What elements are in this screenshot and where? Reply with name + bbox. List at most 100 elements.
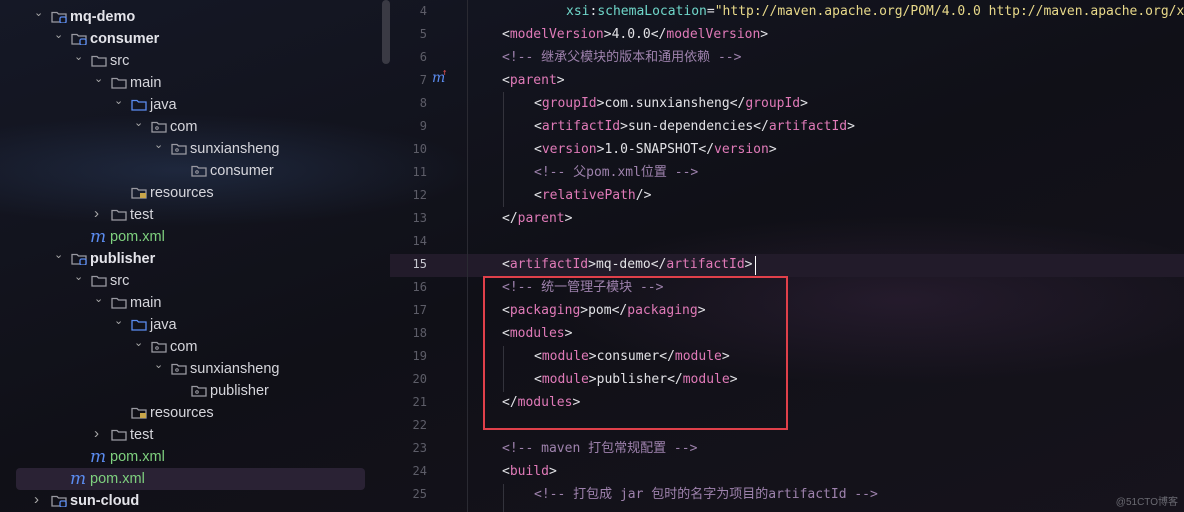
tree-item-label: com <box>170 119 198 135</box>
xml-bracket: > <box>603 27 612 42</box>
tree-item[interactable]: › test <box>0 204 385 226</box>
tree-item-label: publisher <box>90 251 156 267</box>
line-number: 7 <box>419 73 427 87</box>
xml-comment: <!-- 继承父模块的版本和通用依赖 --> <box>502 50 742 65</box>
tree-item[interactable]: ⌄ mq-demo <box>0 6 385 28</box>
tree-item[interactable]: › test <box>0 424 385 446</box>
xml-tag-name: parent <box>517 211 565 226</box>
tree-item[interactable]: ⌄ sunxiansheng <box>0 138 385 160</box>
tree-item[interactable]: › sun-cloud <box>0 490 385 512</box>
tree-item[interactable]: m pom.xml <box>16 468 365 490</box>
package-icon <box>191 164 207 177</box>
highlight-box <box>483 276 788 430</box>
chevron-down-icon[interactable]: ⌄ <box>114 316 124 327</box>
package-icon <box>151 120 167 133</box>
xml-bracket: /> <box>635 188 652 203</box>
line-number: 25 <box>412 487 427 501</box>
tree-item[interactable]: ⌄ main <box>0 72 385 94</box>
folder-icon <box>91 54 107 67</box>
line-number: 20 <box>412 372 427 386</box>
chevron-right-icon[interactable]: › <box>94 426 104 441</box>
project-tree: ⌄ mq-demo ⌄ consumer ⌄ src ⌄ main ⌄ java ⌄ com ⌄ sunx… <box>0 0 385 512</box>
code-line[interactable]: </parent> <box>502 207 572 230</box>
xml-tag-name: parent <box>509 73 557 88</box>
line-number: 15 <box>412 257 427 271</box>
tree-item[interactable]: ⌄ publisher <box>0 248 385 270</box>
xml-bracket: > <box>847 119 855 134</box>
code-line[interactable]: <!-- 父pom.xml位置 --> <box>534 161 698 184</box>
package-icon <box>171 142 187 155</box>
xml-bracket: </ <box>650 257 667 272</box>
gutter-divider <box>467 0 468 512</box>
text-caret <box>755 256 756 275</box>
xml-comment: <!-- 打包成 jar 包时的名字为项目的artifactId --> <box>534 487 878 502</box>
tree-item-label: main <box>130 295 162 311</box>
xml-text: sun-dependencies <box>627 119 754 134</box>
tree-item[interactable]: ⌄ java <box>0 94 385 116</box>
folder-icon <box>91 274 107 287</box>
maven-icon: m <box>90 447 107 467</box>
line-number: 6 <box>419 50 427 64</box>
chevron-down-icon[interactable]: ⌄ <box>54 250 64 261</box>
tree-item[interactable]: ⌄ consumer <box>0 28 385 50</box>
chevron-down-icon[interactable]: ⌄ <box>134 118 144 129</box>
chevron-down-icon[interactable]: ⌄ <box>34 8 44 19</box>
code-editor[interactable]: m ↑ 4 xsi:schemaLocation="http://maven.ap… <box>390 0 1184 512</box>
code-line[interactable]: <build> <box>502 460 557 483</box>
source-folder-icon <box>131 318 147 331</box>
xml-tag-name: relativePath <box>541 188 636 203</box>
code-line[interactable]: <!-- maven 打包常规配置 --> <box>502 437 697 460</box>
code-line[interactable]: <modelVersion>4.0.0</modelVersion> <box>502 23 768 46</box>
tree-item[interactable]: publisher <box>0 380 385 402</box>
folder-icon <box>111 76 127 89</box>
chevron-down-icon[interactable]: ⌄ <box>154 360 164 371</box>
chevron-down-icon[interactable]: ⌄ <box>94 294 104 305</box>
tree-item-label: java <box>150 97 177 113</box>
chevron-down-icon[interactable]: ⌄ <box>94 74 104 85</box>
tree-item[interactable]: ⌄ src <box>0 270 385 292</box>
folder-icon <box>111 428 127 441</box>
tree-item-label: sunxiansheng <box>190 361 280 377</box>
tree-item[interactable]: ⌄ sunxiansheng <box>0 358 385 380</box>
code-line[interactable]: xsi:schemaLocation="http://maven.apache.… <box>566 0 1184 23</box>
tree-item[interactable]: ⌄ src <box>0 50 385 72</box>
code-line[interactable]: <groupId>com.sunxiansheng</groupId> <box>534 92 808 115</box>
code-line[interactable]: <!-- 打包成 jar 包时的名字为项目的artifactId --> <box>534 483 878 506</box>
tree-item[interactable]: consumer <box>0 160 385 182</box>
line-number: 8 <box>419 96 427 110</box>
tree-item-label: sunxiansheng <box>190 141 280 157</box>
tree-item[interactable]: resources <box>0 402 385 424</box>
code-line[interactable]: <relativePath/> <box>534 184 651 207</box>
chevron-down-icon[interactable]: ⌄ <box>74 52 84 63</box>
chevron-down-icon[interactable]: ⌄ <box>74 272 84 283</box>
tree-item[interactable]: ⌄ com <box>0 336 385 358</box>
line-number: 9 <box>419 119 427 133</box>
line-number: 11 <box>412 165 427 179</box>
chevron-down-icon[interactable]: ⌄ <box>154 140 164 151</box>
code-line[interactable]: <parent> <box>502 69 565 92</box>
code-line[interactable]: <artifactId>mq-demo</artifactId> <box>502 253 753 276</box>
tree-item[interactable]: m pom.xml <box>0 226 385 248</box>
line-number: 4 <box>419 4 427 18</box>
xml-bracket: > <box>760 27 769 42</box>
watermark: @51CTO博客 <box>1115 497 1178 508</box>
chevron-down-icon[interactable]: ⌄ <box>114 96 124 107</box>
code-line[interactable]: <!-- 继承父模块的版本和通用依赖 --> <box>502 46 741 69</box>
sidebar-scrollbar[interactable] <box>382 0 390 64</box>
tree-item[interactable]: ⌄ com <box>0 116 385 138</box>
tree-item[interactable]: ⌄ main <box>0 292 385 314</box>
code-line[interactable]: <version>1.0-SNAPSHOT</version> <box>534 138 777 161</box>
tree-item[interactable]: ⌄ java <box>0 314 385 336</box>
chevron-right-icon[interactable]: › <box>34 492 44 507</box>
xml-bracket: > <box>556 73 565 88</box>
chevron-right-icon[interactable]: › <box>94 206 104 221</box>
tree-item[interactable]: resources <box>0 182 385 204</box>
xml-tag-name: artifactId <box>541 119 621 134</box>
xml-tag-name: artifactId <box>509 257 589 272</box>
chevron-down-icon[interactable]: ⌄ <box>134 338 144 349</box>
chevron-down-icon[interactable]: ⌄ <box>54 30 64 41</box>
xml-bracket: </ <box>502 211 518 226</box>
tree-item[interactable]: m pom.xml <box>0 446 385 468</box>
code-line[interactable]: <artifactId>sun-dependencies</artifactId… <box>534 115 855 138</box>
xml-tag-name: build <box>509 464 549 479</box>
